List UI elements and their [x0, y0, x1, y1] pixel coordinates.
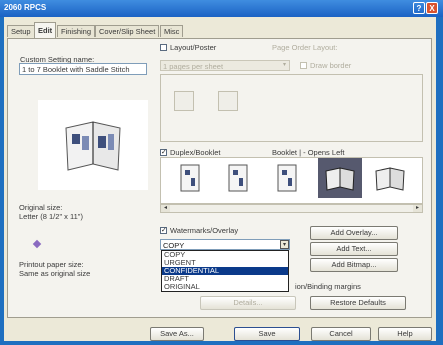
help-titlebar-button[interactable]: ? — [413, 2, 425, 14]
save-button[interactable]: Save — [234, 327, 300, 341]
layout-thumb-icon[interactable] — [218, 91, 238, 111]
layout-select[interactable]: 1 pages per sheet — [160, 60, 290, 71]
booklet-opens-right-icon[interactable] — [370, 160, 410, 198]
layout-thumb-icon[interactable] — [174, 91, 194, 111]
add-bitmap-button[interactable]: Add Bitmap... — [310, 258, 398, 272]
details-button[interactable]: Details... — [200, 296, 296, 310]
tab-finishing[interactable]: Finishing — [57, 25, 96, 37]
save-as-button[interactable]: Save As... — [150, 327, 204, 341]
draw-border-checkbox[interactable] — [300, 62, 307, 69]
booklet-scrollbar[interactable]: ◂ ▸ — [160, 204, 423, 213]
booklet-opens-left-icon[interactable] — [318, 158, 362, 198]
custom-setting-input[interactable]: 1 to 7 Booklet with Saddle Stitch — [19, 63, 147, 75]
watermark-select[interactable]: COPY — [160, 239, 290, 250]
watermark-overlay-label: Watermarks/Overlay — [170, 226, 239, 235]
duplex-booklet-label: Duplex/Booklet — [170, 148, 221, 157]
tab-edit[interactable]: Edit — [34, 22, 57, 38]
window-title: 2060 RPCS — [4, 3, 47, 12]
layout-preview-area — [160, 74, 423, 142]
tab-setup[interactable]: Setup — [7, 25, 35, 37]
layout-select-arrow-icon[interactable]: ▾ — [280, 61, 289, 70]
binding-margins-label: ion/Binding margins — [295, 282, 361, 291]
watermark-dropdown-list: COPY URGENT CONFIDENTIAL DRAFT ORIGINAL — [161, 250, 289, 292]
watermark-overlay-checkbox[interactable]: ✓ — [160, 227, 167, 234]
scroll-right-icon[interactable]: ▸ — [413, 205, 422, 212]
add-overlay-button[interactable]: Add Overlay... — [310, 226, 398, 240]
duplex-option-2-icon[interactable] — [218, 160, 258, 198]
tab-misc[interactable]: Misc — [160, 25, 184, 37]
booklet-caption: Booklet | - Opens Left — [272, 148, 345, 157]
draw-border-label: Draw border — [310, 61, 352, 70]
duplex-booklet-checkbox[interactable]: ✓ — [160, 149, 167, 156]
tab-cover-slip-sheet[interactable]: Cover/Slip Sheet — [95, 25, 160, 37]
booklet-preview — [38, 100, 148, 190]
printout-size-label: Printout paper size: — [19, 260, 84, 269]
duplex-option-1-icon[interactable] — [170, 160, 210, 198]
close-button[interactable]: X — [426, 2, 438, 14]
original-size-value: Letter (8 1/2" x 11") — [19, 212, 83, 221]
open-booklet-icon — [65, 121, 121, 171]
help-button[interactable]: Help — [378, 327, 432, 341]
cancel-button[interactable]: Cancel — [311, 327, 371, 341]
duplex-option-3-icon[interactable] — [267, 160, 307, 198]
layout-poster-checkbox[interactable] — [160, 44, 167, 51]
original-size-label: Original size: — [19, 203, 63, 212]
page-order-label: Page Order Layout: — [272, 43, 338, 52]
printout-size-value: Same as original size — [19, 269, 91, 278]
restore-defaults-button[interactable]: Restore Defaults — [310, 296, 406, 310]
add-text-button[interactable]: Add Text... — [310, 242, 398, 256]
watermark-option[interactable]: ORIGINAL — [162, 283, 288, 291]
title-bar: 2060 RPCS ? X — [0, 0, 443, 17]
watermark-select-arrow-icon[interactable]: ▾ — [280, 240, 289, 249]
layout-poster-label: Layout/Poster — [170, 43, 217, 52]
scroll-left-icon[interactable]: ◂ — [161, 205, 170, 212]
